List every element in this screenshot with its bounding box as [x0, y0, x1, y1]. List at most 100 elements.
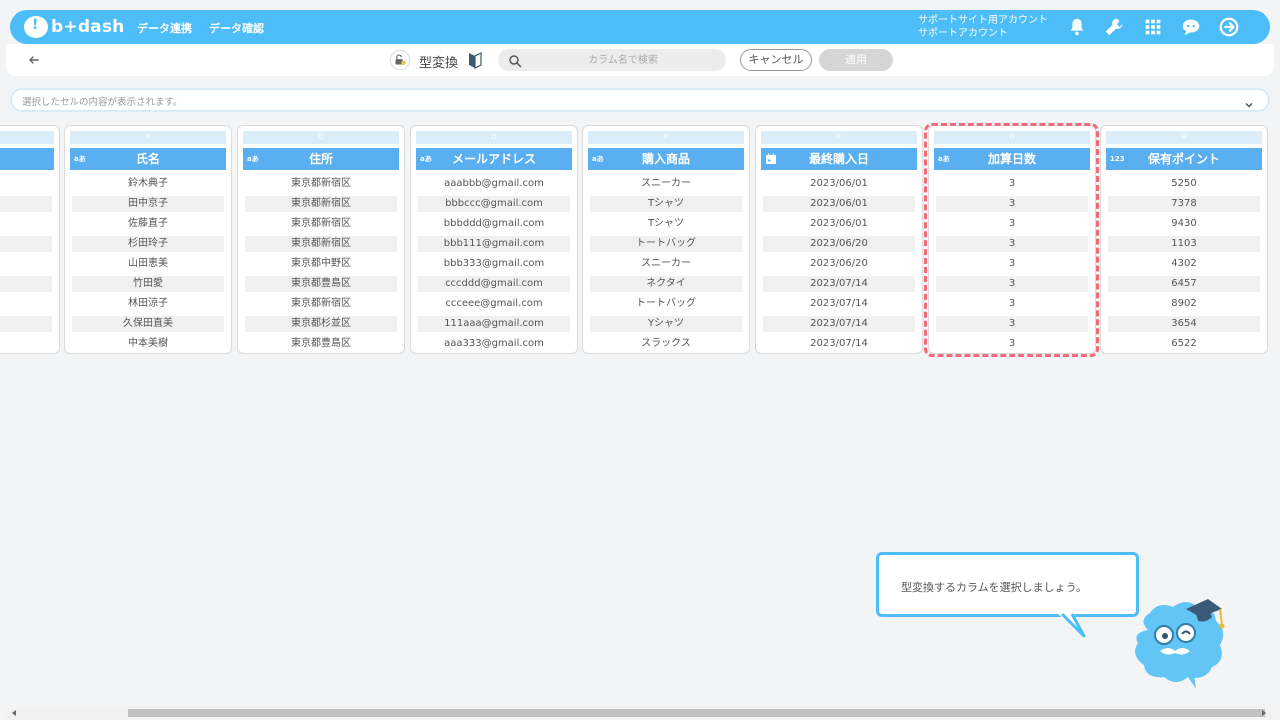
- horizontal-scrollbar[interactable]: [6, 707, 1272, 719]
- cell-content-bar[interactable]: 選択したセルの内容が表示されます。: [10, 88, 1270, 112]
- table-cell[interactable]: 3: [936, 236, 1088, 252]
- table-cell[interactable]: スニーカー: [590, 256, 742, 272]
- table-cell[interactable]: [0, 276, 52, 292]
- chevron-down-icon[interactable]: [1244, 95, 1254, 108]
- table-cell[interactable]: Tシャツ: [590, 196, 742, 212]
- logo[interactable]: b+dash: [24, 15, 124, 39]
- table-cell[interactable]: 東京都新宿区: [245, 216, 397, 232]
- table-cell[interactable]: 6522: [1108, 336, 1260, 352]
- table-cell[interactable]: 2023/06/20: [763, 236, 915, 252]
- table-cell[interactable]: 4302: [1108, 256, 1260, 272]
- table-cell[interactable]: 東京都豊島区: [245, 336, 397, 352]
- table-cell[interactable]: トートバッグ: [590, 236, 742, 252]
- table-cell[interactable]: 2023/06/01: [763, 216, 915, 232]
- table-cell[interactable]: 杉田玲子: [72, 236, 224, 252]
- column-header[interactable]: [0, 148, 54, 170]
- table-cell[interactable]: 3654: [1108, 316, 1260, 332]
- table-cell[interactable]: 3: [936, 316, 1088, 332]
- table-cell[interactable]: bbbddd@gmail.com: [418, 216, 570, 232]
- table-cell[interactable]: [0, 316, 52, 332]
- back-arrow-icon[interactable]: [26, 52, 42, 68]
- chat-icon[interactable]: [1180, 16, 1202, 38]
- table-cell[interactable]: 佐藤直子: [72, 216, 224, 232]
- column-f[interactable]: F 最終購入日 2023/06/01 2023/06/01 2023/06/01 2023…: [755, 125, 923, 354]
- table-cell[interactable]: 2023/07/14: [763, 296, 915, 312]
- table-cell[interactable]: Yシャツ: [590, 316, 742, 332]
- table-cell[interactable]: スニーカー: [590, 176, 742, 192]
- table-cell[interactable]: 竹田愛: [72, 276, 224, 292]
- nav-data-integration[interactable]: データ連携: [137, 20, 192, 36]
- column-header[interactable]: 最終購入日: [761, 148, 917, 170]
- table-cell[interactable]: 7378: [1108, 196, 1260, 212]
- table-cell[interactable]: 1103: [1108, 236, 1260, 252]
- scroll-right-icon[interactable]: [1260, 709, 1268, 717]
- column-header[interactable]: aあ 購入商品: [588, 148, 744, 170]
- apply-button[interactable]: 適用: [819, 49, 893, 71]
- table-cell[interactable]: 東京都新宿区: [245, 236, 397, 252]
- column-b[interactable]: Baあ 氏名 鈴木典子 田中京子 佐藤直子 杉田玲子 山田恵美 竹田愛 林田涼子 久保田直美 中本美…: [64, 125, 232, 354]
- table-cell[interactable]: 5250: [1108, 176, 1260, 192]
- table-cell[interactable]: 3: [936, 336, 1088, 352]
- table-cell[interactable]: 3: [936, 216, 1088, 232]
- table-cell[interactable]: 2023/07/14: [763, 276, 915, 292]
- table-cell[interactable]: 東京都杉並区: [245, 316, 397, 332]
- column-header[interactable]: aあ 住所: [243, 148, 399, 170]
- table-cell[interactable]: Tシャツ: [590, 216, 742, 232]
- table-cell[interactable]: 2023/07/14: [763, 316, 915, 332]
- logout-icon[interactable]: [1218, 16, 1240, 38]
- table-cell[interactable]: aaabbb@gmail.com: [418, 176, 570, 192]
- table-cell[interactable]: cccddd@gmail.com: [418, 276, 570, 292]
- table-cell[interactable]: 2023/06/20: [763, 256, 915, 272]
- table-cell[interactable]: 久保田直美: [72, 316, 224, 332]
- table-cell[interactable]: 山田恵美: [72, 256, 224, 272]
- table-cell[interactable]: 2023/07/14: [763, 336, 915, 352]
- table-cell[interactable]: [0, 236, 52, 252]
- table-cell[interactable]: 6457: [1108, 276, 1260, 292]
- table-cell[interactable]: 中本美樹: [72, 336, 224, 352]
- table-cell[interactable]: 東京都中野区: [245, 256, 397, 272]
- table-cell[interactable]: 鈴木典子: [72, 176, 224, 192]
- table-cell[interactable]: [0, 196, 52, 212]
- column-e[interactable]: Eaあ 購入商品 スニーカー Tシャツ Tシャツ トートバッグ スニーカー ネクタイ トートバッ…: [582, 125, 750, 354]
- table-cell[interactable]: 111aaa@gmail.com: [418, 316, 570, 332]
- column-a-partial[interactable]: [0, 125, 60, 354]
- table-cell[interactable]: トートバッグ: [590, 296, 742, 312]
- table-cell[interactable]: 3: [936, 296, 1088, 312]
- table-cell[interactable]: スラックス: [590, 336, 742, 352]
- table-cell[interactable]: ネクタイ: [590, 276, 742, 292]
- table-cell[interactable]: bbb333@gmail.com: [418, 256, 570, 272]
- table-cell[interactable]: 3: [936, 276, 1088, 292]
- column-search-input[interactable]: [528, 52, 718, 68]
- table-cell[interactable]: 3: [936, 196, 1088, 212]
- table-cell[interactable]: 2023/06/01: [763, 196, 915, 212]
- column-c[interactable]: Caあ 住所 東京都新宿区 東京都新宿区 東京都新宿区 東京都新宿区 東京都中野区 東京都豊島…: [237, 125, 405, 354]
- column-g[interactable]: Gaあ 加算日数 3 3 3 3 3 3 3 3 3: [928, 125, 1096, 354]
- table-cell[interactable]: 東京都新宿区: [245, 196, 397, 212]
- account-info[interactable]: サポートサイト用アカウント サポートアカウント: [918, 14, 1048, 40]
- column-header[interactable]: 123 保有ポイント: [1106, 148, 1262, 170]
- table-cell[interactable]: 2023/06/01: [763, 176, 915, 192]
- table-cell[interactable]: 3: [936, 256, 1088, 272]
- wrench-icon[interactable]: [1103, 16, 1125, 38]
- table-cell[interactable]: 9430: [1108, 216, 1260, 232]
- table-cell[interactable]: 8902: [1108, 296, 1260, 312]
- table-cell[interactable]: bbb111@gmail.com: [418, 236, 570, 252]
- table-cell[interactable]: 田中京子: [72, 196, 224, 212]
- bell-icon[interactable]: [1066, 16, 1088, 38]
- nav-data-check[interactable]: データ確認: [209, 20, 264, 36]
- table-cell[interactable]: ccceee@gmail.com: [418, 296, 570, 312]
- column-header[interactable]: aあ 加算日数: [934, 148, 1090, 170]
- table-cell[interactable]: 林田涼子: [72, 296, 224, 312]
- table-cell[interactable]: 東京都豊島区: [245, 276, 397, 292]
- table-cell[interactable]: 東京都新宿区: [245, 296, 397, 312]
- table-cell[interactable]: 3: [936, 176, 1088, 192]
- cancel-button[interactable]: キャンセル: [740, 49, 812, 71]
- column-header[interactable]: aあ 氏名: [70, 148, 226, 170]
- scrollbar-thumb[interactable]: [128, 709, 1265, 717]
- column-h[interactable]: H 123 保有ポイント 5250 7378 9430 1103 4302 6457 8902 36…: [1100, 125, 1268, 354]
- table-cell[interactable]: aaa333@gmail.com: [418, 336, 570, 352]
- column-d[interactable]: Daあ メールアドレス aaabbb@gmail.com bbbccc@gmail.c…: [410, 125, 578, 354]
- column-header[interactable]: aあ メールアドレス: [416, 148, 572, 170]
- scroll-left-icon[interactable]: [10, 709, 18, 717]
- table-cell[interactable]: 東京都新宿区: [245, 176, 397, 192]
